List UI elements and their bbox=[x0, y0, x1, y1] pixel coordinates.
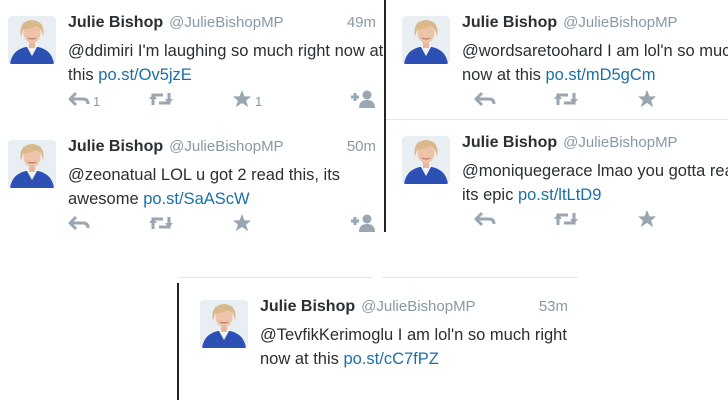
reply-icon bbox=[474, 211, 496, 232]
follow-button[interactable] bbox=[350, 90, 376, 113]
divider-bottom-left-top bbox=[178, 277, 372, 278]
retweet-button[interactable] bbox=[553, 212, 579, 230]
retweet-icon bbox=[553, 211, 579, 232]
tweet-card[interactable]: Julie Bishop @JulieBishopMP 53m @TevfikKe… bbox=[192, 284, 576, 400]
favorite-button[interactable] bbox=[637, 89, 660, 113]
reply-button[interactable]: 1 bbox=[68, 91, 101, 112]
tweet-text: @wordsaretoohard I am lol'n so much righ… bbox=[462, 39, 728, 87]
author-handle[interactable]: @JulieBishopMP bbox=[169, 138, 283, 155]
star-icon bbox=[232, 89, 252, 113]
timestamp[interactable]: 49m bbox=[347, 14, 376, 31]
tweet-header: Julie Bishop @JulieBishopMP bbox=[462, 14, 720, 36]
reply-button[interactable] bbox=[474, 91, 499, 112]
tweet-header: Julie Bishop @JulieBishopMP 50m bbox=[68, 138, 376, 160]
author-name[interactable]: Julie Bishop bbox=[462, 134, 557, 151]
avatar[interactable] bbox=[8, 140, 56, 188]
follow-icon bbox=[350, 214, 376, 235]
timestamp[interactable]: 50m bbox=[347, 138, 376, 155]
author-handle[interactable]: @JulieBishopMP bbox=[563, 14, 677, 31]
avatar[interactable] bbox=[402, 16, 450, 64]
tweet-card[interactable]: Julie Bishop @JulieBishopMP 50m @zeonatua… bbox=[0, 124, 384, 234]
star-icon bbox=[232, 213, 252, 234]
author-name[interactable]: Julie Bishop bbox=[462, 14, 557, 31]
star-icon bbox=[637, 209, 657, 232]
author-name[interactable]: Julie Bishop bbox=[68, 138, 163, 155]
divider-bottom-right-top bbox=[382, 277, 578, 278]
tweet-actions: 1 1 bbox=[68, 89, 376, 113]
avatar[interactable] bbox=[200, 300, 248, 348]
favorite-count: 1 bbox=[255, 93, 263, 109]
tweet-header: Julie Bishop @JulieBishopMP bbox=[462, 134, 720, 156]
favorite-button[interactable] bbox=[637, 209, 660, 232]
tweet-link[interactable]: po.st/mD5gCm bbox=[545, 66, 655, 84]
tweet-header: Julie Bishop @JulieBishopMP 53m bbox=[260, 298, 568, 320]
author-handle[interactable]: @JulieBishopMP bbox=[169, 14, 283, 31]
timestamp[interactable]: 53m bbox=[539, 298, 568, 315]
follow-button[interactable] bbox=[350, 214, 376, 235]
avatar[interactable] bbox=[8, 16, 56, 64]
divider-bottom-left bbox=[177, 283, 179, 400]
avatar[interactable] bbox=[402, 136, 450, 184]
author-handle[interactable]: @JulieBishopMP bbox=[361, 298, 475, 315]
reply-button[interactable] bbox=[474, 211, 499, 232]
retweet-icon bbox=[148, 91, 174, 112]
tweet-text: @TevfikKerimoglu I am lol'n so much righ… bbox=[260, 323, 570, 371]
tweet-collage: { "tweets": [ { "name": "Julie Bishop", … bbox=[0, 0, 728, 400]
tweet-text: @moniquegerace lmao you gotta read this,… bbox=[462, 159, 728, 207]
tweet-link[interactable]: po.st/Ov5jzE bbox=[98, 66, 192, 84]
tweet-link[interactable]: po.st/SaAScW bbox=[143, 190, 249, 208]
tweet-actions bbox=[462, 89, 720, 113]
divider-top-middle bbox=[384, 0, 386, 232]
reply-icon bbox=[68, 91, 90, 112]
retweet-button[interactable] bbox=[148, 92, 174, 110]
retweet-icon bbox=[553, 91, 579, 112]
tweet-header: Julie Bishop @JulieBishopMP 49m bbox=[68, 14, 376, 36]
tweet-card[interactable]: Julie Bishop @JulieBishopMP @wordsaretooh… bbox=[394, 0, 728, 119]
tweet-actions bbox=[462, 209, 720, 232]
reply-count: 1 bbox=[93, 93, 101, 109]
reply-icon bbox=[474, 91, 496, 112]
reply-button[interactable] bbox=[68, 215, 93, 235]
follow-icon bbox=[350, 90, 376, 113]
tweet-card[interactable]: Julie Bishop @JulieBishopMP 49m @ddimiri … bbox=[0, 0, 384, 124]
tweet-text: @ddimiri I'm laughing so much right now … bbox=[68, 39, 384, 87]
favorite-button[interactable]: 1 bbox=[232, 89, 263, 113]
tweet-card[interactable]: Julie Bishop @JulieBishopMP @moniquegerac… bbox=[394, 120, 728, 232]
retweet-icon bbox=[148, 215, 174, 235]
retweet-button[interactable] bbox=[148, 216, 174, 234]
tweet-text: @zeonatual LOL u got 2 read this, its aw… bbox=[68, 163, 384, 211]
author-name[interactable]: Julie Bishop bbox=[68, 14, 163, 31]
star-icon bbox=[637, 89, 657, 113]
author-handle[interactable]: @JulieBishopMP bbox=[563, 134, 677, 151]
tweet-link[interactable]: po.st/cC7fPZ bbox=[343, 350, 438, 368]
tweet-link[interactable]: po.st/ltLtD9 bbox=[518, 186, 601, 204]
favorite-button[interactable] bbox=[232, 213, 255, 234]
retweet-button[interactable] bbox=[553, 92, 579, 110]
reply-icon bbox=[68, 215, 90, 235]
tweet-actions bbox=[68, 213, 376, 235]
author-name[interactable]: Julie Bishop bbox=[260, 298, 355, 315]
